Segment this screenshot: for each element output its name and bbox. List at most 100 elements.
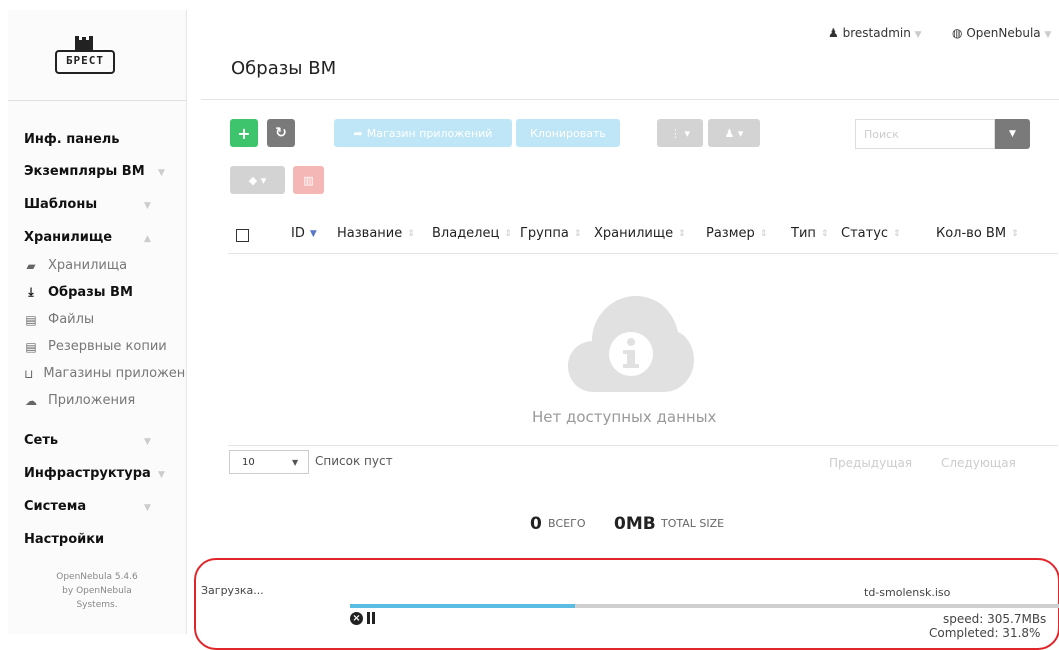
- empty-state-text: Нет доступных данных: [532, 408, 717, 426]
- sidebar-item-label: Файлы: [48, 312, 95, 327]
- zone-menu[interactable]: ◍ OpenNebula ▼: [952, 26, 1051, 40]
- clone-button[interactable]: Клонировать: [516, 119, 620, 147]
- chevron-up-icon: ▲: [144, 234, 151, 244]
- folder-open-icon: ▰: [26, 258, 36, 273]
- sidebar-item-label: Магазины приложений: [43, 366, 186, 381]
- user-name: brestadmin: [842, 26, 911, 40]
- upload-completed: Completed: 31.8%: [929, 626, 1041, 640]
- marketplace-label: Магазин приложений: [366, 126, 493, 140]
- sidebar-item-label: Хранилища: [48, 258, 128, 273]
- sidebar-item-label: Приложения: [48, 393, 136, 408]
- column-type[interactable]: Тип ⇕: [791, 226, 828, 241]
- logo-text: БРЕСТ: [65, 54, 105, 67]
- sidebar-item-backups[interactable]: ▤ Резервные копии: [24, 339, 186, 354]
- column-id[interactable]: ID ▼: [291, 226, 317, 241]
- chevron-down-icon: ▼: [292, 457, 299, 467]
- sort-icon: ⇕: [820, 228, 829, 239]
- prev-page-button[interactable]: Предыдущая: [829, 456, 912, 470]
- sidebar-item-label: Резервные копии: [48, 339, 167, 354]
- sidebar-item-settings[interactable]: Настройки: [24, 532, 104, 547]
- labels-button[interactable]: ◆ ▾: [230, 166, 285, 194]
- column-datastore[interactable]: Хранилище ⇕: [594, 226, 686, 241]
- cloud-icon: ☁: [25, 393, 37, 408]
- column-vms[interactable]: Кол-во ВМ ⇕: [936, 226, 1019, 241]
- total-count: 0: [530, 514, 542, 534]
- chevron-down-icon: ▼: [158, 470, 165, 480]
- logo[interactable]: БРЕСТ: [8, 10, 186, 101]
- sidebar-item-system[interactable]: Система: [24, 499, 86, 514]
- total-size-label: TOTAL SIZE: [661, 517, 725, 530]
- page-title: Образы ВМ: [231, 58, 337, 79]
- upload-controls: ×: [350, 611, 375, 625]
- sidebar-item-dashboard[interactable]: Инф. панель: [24, 132, 120, 147]
- page-length-select[interactable]: 10 ▼: [229, 450, 309, 474]
- column-status[interactable]: Статус ⇕: [841, 226, 901, 241]
- sidebar-item-apps[interactable]: ☁ Приложения: [24, 393, 186, 408]
- user-icon: ♟ ▾: [724, 126, 744, 140]
- sidebar-item-storage[interactable]: Хранилище: [24, 230, 112, 245]
- table-header: ID ▼ Название ⇕ Владелец ⇕ Группа ⇕ Хранилищ…: [228, 226, 1058, 248]
- sidebar-item-marketplaces[interactable]: ⊔ Магазины приложений: [24, 366, 186, 381]
- pause-upload-icon[interactable]: [367, 612, 375, 624]
- share-icon: ➦: [353, 126, 363, 140]
- archive-icon: ▤: [25, 339, 37, 354]
- chevron-down-icon: ▼: [144, 201, 151, 211]
- sort-icon: ⇕: [1011, 228, 1019, 239]
- sort-icon: ⇕: [678, 228, 686, 239]
- version-line: by OpenNebula: [62, 586, 132, 596]
- header-divider: [201, 99, 1059, 100]
- sidebar-item-files[interactable]: ▤ Файлы: [24, 312, 186, 327]
- sort-icon: ⇕: [573, 228, 582, 239]
- download-icon: ⤓: [28, 285, 34, 299]
- column-group[interactable]: Группа ⇕: [520, 226, 581, 241]
- version-line: Systems.: [76, 600, 118, 610]
- select-all-checkbox[interactable]: [236, 226, 249, 242]
- sidebar-item-datastores[interactable]: ▰ Хранилища: [24, 258, 186, 273]
- sort-icon: ⇕: [504, 228, 512, 239]
- refresh-button[interactable]: ↻: [267, 119, 295, 147]
- chevron-down-icon: ▼: [144, 503, 151, 513]
- table-footer-divider: [228, 445, 1058, 446]
- more-actions-button[interactable]: ⋮ ▾: [657, 119, 703, 147]
- page-length-value: 10: [242, 456, 255, 468]
- upload-label: Загрузка...: [201, 584, 264, 597]
- column-name[interactable]: Название ⇕: [337, 226, 415, 241]
- column-size[interactable]: Размер ⇕: [706, 226, 767, 241]
- trash-icon: ▥: [303, 173, 314, 187]
- next-page-button[interactable]: Следующая: [941, 456, 1016, 470]
- sidebar-item-network[interactable]: Сеть: [24, 433, 58, 448]
- upload-speed: speed: 305.7MBs: [943, 612, 1047, 626]
- user-icon: ♟: [828, 26, 839, 40]
- sidebar-item-templates[interactable]: Шаблоны: [24, 197, 97, 212]
- upload-progress-bar: [350, 604, 1059, 608]
- chevron-down-icon: ▼: [144, 437, 151, 447]
- tag-icon: ◆ ▾: [248, 173, 267, 187]
- add-button[interactable]: +: [230, 119, 258, 147]
- globe-icon: ◍: [952, 26, 963, 40]
- table-header-divider: [228, 253, 1058, 254]
- user-menu[interactable]: ♟ brestadmin ▼: [828, 26, 922, 40]
- upload-progress-fill: [350, 604, 576, 608]
- sort-icon: ⇕: [893, 228, 901, 239]
- zone-name: OpenNebula: [966, 26, 1041, 40]
- sidebar-item-vms[interactable]: Экземпляры ВМ: [24, 164, 145, 179]
- sidebar-item-images[interactable]: ⤓ Образы ВМ: [24, 285, 186, 300]
- upload-filename: td-smolensk.iso: [864, 586, 951, 599]
- chevron-down-icon: ▼: [1044, 30, 1052, 40]
- search-dropdown-button[interactable]: ▼: [995, 119, 1030, 149]
- cancel-upload-icon[interactable]: ×: [350, 611, 363, 625]
- archive-icon: ▤: [25, 312, 37, 327]
- delete-button[interactable]: ▥: [293, 166, 324, 194]
- total-count-label: ВСЕГО: [548, 517, 586, 530]
- info-cloud-icon: [568, 296, 694, 392]
- column-owner[interactable]: Владелец ⇕: [432, 226, 512, 241]
- sidebar-item-label: Образы ВМ: [48, 285, 133, 300]
- refresh-icon: ↻: [275, 125, 287, 141]
- sort-desc-icon: ▼: [309, 228, 317, 239]
- sidebar-item-infrastructure[interactable]: Инфраструктура: [24, 466, 151, 481]
- owner-button[interactable]: ♟ ▾: [708, 119, 760, 147]
- search-input[interactable]: Поиск: [855, 119, 995, 149]
- version-info: OpenNebula 5.4.6 by OpenNebula Systems.: [8, 570, 186, 612]
- total-size: 0MB: [614, 514, 656, 534]
- marketplace-button[interactable]: ➦ Магазин приложений: [334, 119, 512, 147]
